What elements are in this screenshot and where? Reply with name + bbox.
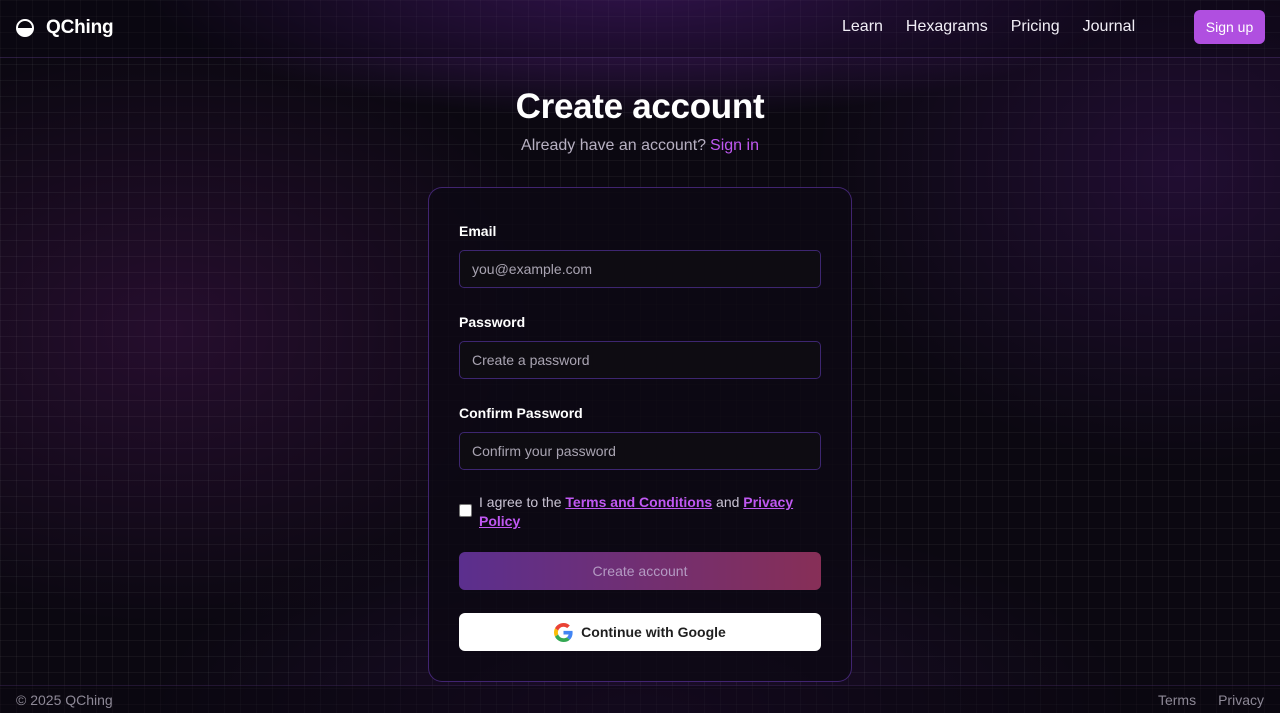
nav-learn[interactable]: Learn xyxy=(842,18,883,36)
confirm-password-field[interactable] xyxy=(459,432,821,470)
footer-privacy-link[interactable]: Privacy xyxy=(1218,692,1264,708)
brand-name: QChing xyxy=(46,17,114,38)
nav-journal[interactable]: Journal xyxy=(1083,18,1135,36)
google-button-label: Continue with Google xyxy=(581,624,726,640)
agree-and: and xyxy=(716,494,740,510)
agree-checkbox[interactable] xyxy=(459,504,472,517)
page-title: Create account xyxy=(515,87,765,126)
terms-link[interactable]: Terms and Conditions xyxy=(565,494,712,510)
google-logo-icon xyxy=(554,622,573,642)
sign-up-button[interactable]: Sign up xyxy=(1194,10,1265,44)
google-signin-button[interactable]: Continue with Google xyxy=(459,613,821,651)
agree-text: I agree to the Terms and Conditions and … xyxy=(479,493,799,531)
main-nav: Learn Hexagrams Pricing Journal xyxy=(842,18,1135,36)
signup-form-card: Email Password Confirm Password I agree … xyxy=(428,187,852,682)
top-navbar: QChing Learn Hexagrams Pricing Journal S… xyxy=(0,0,1280,58)
create-account-button[interactable]: Create account xyxy=(459,552,821,590)
footer-links: Terms Privacy xyxy=(1158,692,1264,708)
confirm-password-label: Confirm Password xyxy=(459,405,583,421)
signin-prompt: Already have an account? Sign in xyxy=(0,137,1280,155)
password-label: Password xyxy=(459,314,526,330)
email-field[interactable] xyxy=(459,250,821,288)
page-footer: © 2025 QChing Terms Privacy xyxy=(0,685,1280,713)
nav-pricing[interactable]: Pricing xyxy=(1011,18,1060,36)
agree-prefix: I agree to the xyxy=(479,494,562,510)
nav-hexagrams[interactable]: Hexagrams xyxy=(906,18,988,36)
sign-in-link[interactable]: Sign in xyxy=(710,137,759,154)
email-label: Email xyxy=(459,223,497,239)
footer-terms-link[interactable]: Terms xyxy=(1158,692,1196,708)
signin-prompt-text: Already have an account? xyxy=(521,137,707,154)
yin-yang-icon xyxy=(16,19,34,37)
copyright: © 2025 QChing xyxy=(16,692,113,708)
password-field[interactable] xyxy=(459,341,821,379)
brand-link[interactable]: QChing xyxy=(16,17,114,39)
